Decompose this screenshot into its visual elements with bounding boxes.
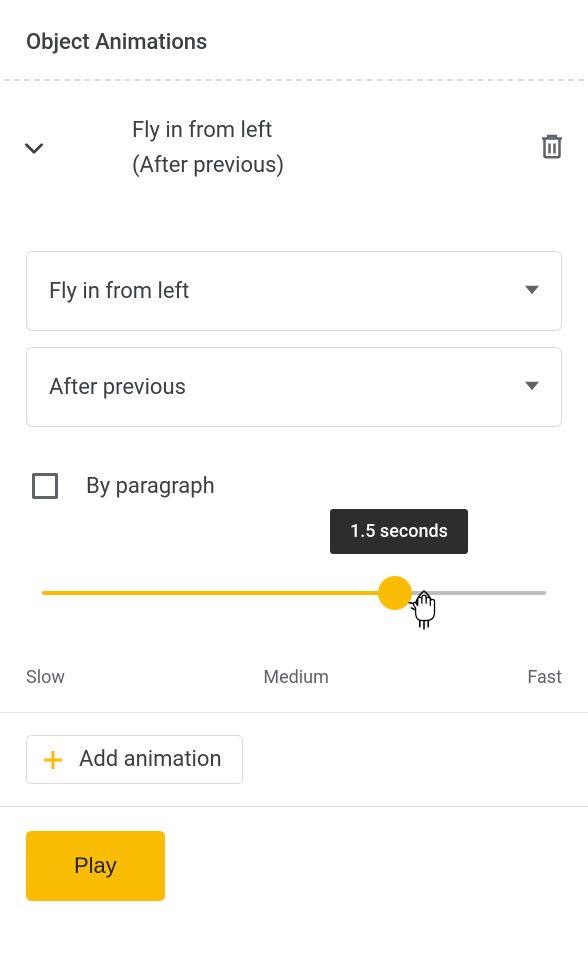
- slider-label-fast: Fast: [527, 667, 562, 688]
- by-paragraph-row[interactable]: By paragraph: [0, 443, 588, 509]
- trash-icon: [537, 131, 567, 165]
- delete-button[interactable]: [534, 130, 570, 166]
- select-value: Fly in from left: [49, 279, 189, 304]
- by-paragraph-label: By paragraph: [86, 474, 215, 499]
- slider-label-medium: Medium: [263, 667, 329, 688]
- by-paragraph-checkbox[interactable]: [32, 473, 58, 499]
- select-value: After previous: [49, 375, 186, 400]
- animation-start-select[interactable]: After previous: [26, 347, 562, 427]
- animation-header[interactable]: Fly in from left (After previous): [0, 81, 588, 211]
- animation-title: Fly in from left: [132, 113, 534, 148]
- slider-fill: [42, 591, 395, 595]
- chevron-down-icon[interactable]: [18, 132, 50, 164]
- add-animation-label: Add animation: [79, 747, 222, 772]
- add-animation-button[interactable]: Add animation: [26, 735, 243, 784]
- animation-header-text: Fly in from left (After previous): [50, 113, 534, 183]
- dropdown-icon: [525, 282, 539, 301]
- dropdown-icon: [525, 378, 539, 397]
- panel-title: Object Animations: [0, 0, 588, 79]
- play-button[interactable]: Play: [26, 831, 165, 901]
- slider-thumb[interactable]: [378, 576, 412, 610]
- slider-label-slow: Slow: [26, 667, 65, 688]
- animation-type-select[interactable]: Fly in from left: [26, 251, 562, 331]
- plus-icon: [41, 748, 65, 772]
- slider-tooltip: 1.5 seconds: [330, 509, 468, 554]
- speed-slider-area: 1.5 seconds: [0, 509, 588, 625]
- animation-subtitle: (After previous): [132, 148, 534, 183]
- speed-slider[interactable]: [42, 591, 546, 595]
- slider-labels: Slow Medium Fast: [0, 625, 588, 712]
